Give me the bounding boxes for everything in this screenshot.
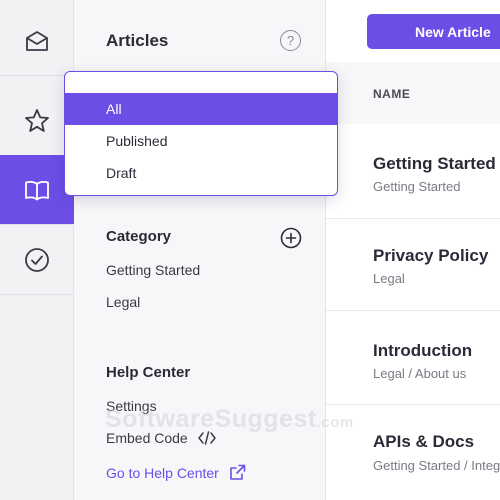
- name-column-header[interactable]: NAME: [326, 62, 500, 124]
- category-title: Category: [106, 228, 172, 245]
- help-center-settings[interactable]: Settings: [106, 398, 157, 414]
- embed-code-label: Embed Code: [106, 430, 188, 446]
- icon-rail: [0, 0, 74, 500]
- category-item-legal[interactable]: Legal: [106, 294, 140, 310]
- dropdown-option-draft[interactable]: Draft: [65, 157, 337, 189]
- article-title: Introduction: [373, 341, 473, 360]
- article-category: Getting Started: [373, 179, 461, 194]
- go-to-help-center-link[interactable]: Go to Help Center: [106, 464, 246, 481]
- status-filter-dropdown[interactable]: All Published Draft: [64, 71, 338, 196]
- article-row[interactable]: APIs & Docs Getting Started / Integ: [326, 405, 500, 500]
- star-icon: [25, 108, 49, 132]
- add-category-icon[interactable]: [280, 227, 302, 249]
- article-title: Getting Started: [373, 154, 496, 173]
- check-circle-icon: [25, 247, 49, 272]
- article-category: Getting Started / Integ: [373, 458, 500, 473]
- help-icon[interactable]: ?: [280, 30, 301, 51]
- rail-item-inbox[interactable]: [0, 6, 74, 76]
- go-to-help-center-label: Go to Help Center: [106, 464, 219, 481]
- rail-item-articles[interactable]: [0, 155, 74, 225]
- inbox-icon: [26, 30, 48, 51]
- name-column-label: NAME: [373, 87, 411, 101]
- code-icon: [197, 431, 216, 445]
- external-link-icon: [230, 464, 246, 480]
- category-item-getting-started[interactable]: Getting Started: [106, 262, 200, 278]
- dropdown-option-all[interactable]: All: [65, 93, 337, 125]
- article-title: Privacy Policy: [373, 246, 489, 265]
- new-article-button[interactable]: New Article: [367, 14, 500, 49]
- article-row[interactable]: Privacy Policy Legal: [326, 219, 500, 311]
- rail-item-favorites[interactable]: [0, 86, 74, 156]
- article-row[interactable]: Introduction Legal / About us: [326, 311, 500, 405]
- book-icon: [25, 180, 49, 200]
- help-center-title: Help Center: [106, 364, 191, 381]
- help-center-embed-code[interactable]: Embed Code: [106, 430, 216, 446]
- article-title: APIs & Docs: [373, 432, 475, 451]
- article-category: Legal: [373, 271, 405, 286]
- dropdown-option-published[interactable]: Published: [65, 125, 337, 157]
- article-category: Legal / About us: [373, 366, 467, 381]
- panel-title: Articles: [106, 31, 169, 50]
- rail-item-tasks[interactable]: [0, 225, 74, 295]
- article-row[interactable]: Getting Started Getting Started: [326, 124, 500, 219]
